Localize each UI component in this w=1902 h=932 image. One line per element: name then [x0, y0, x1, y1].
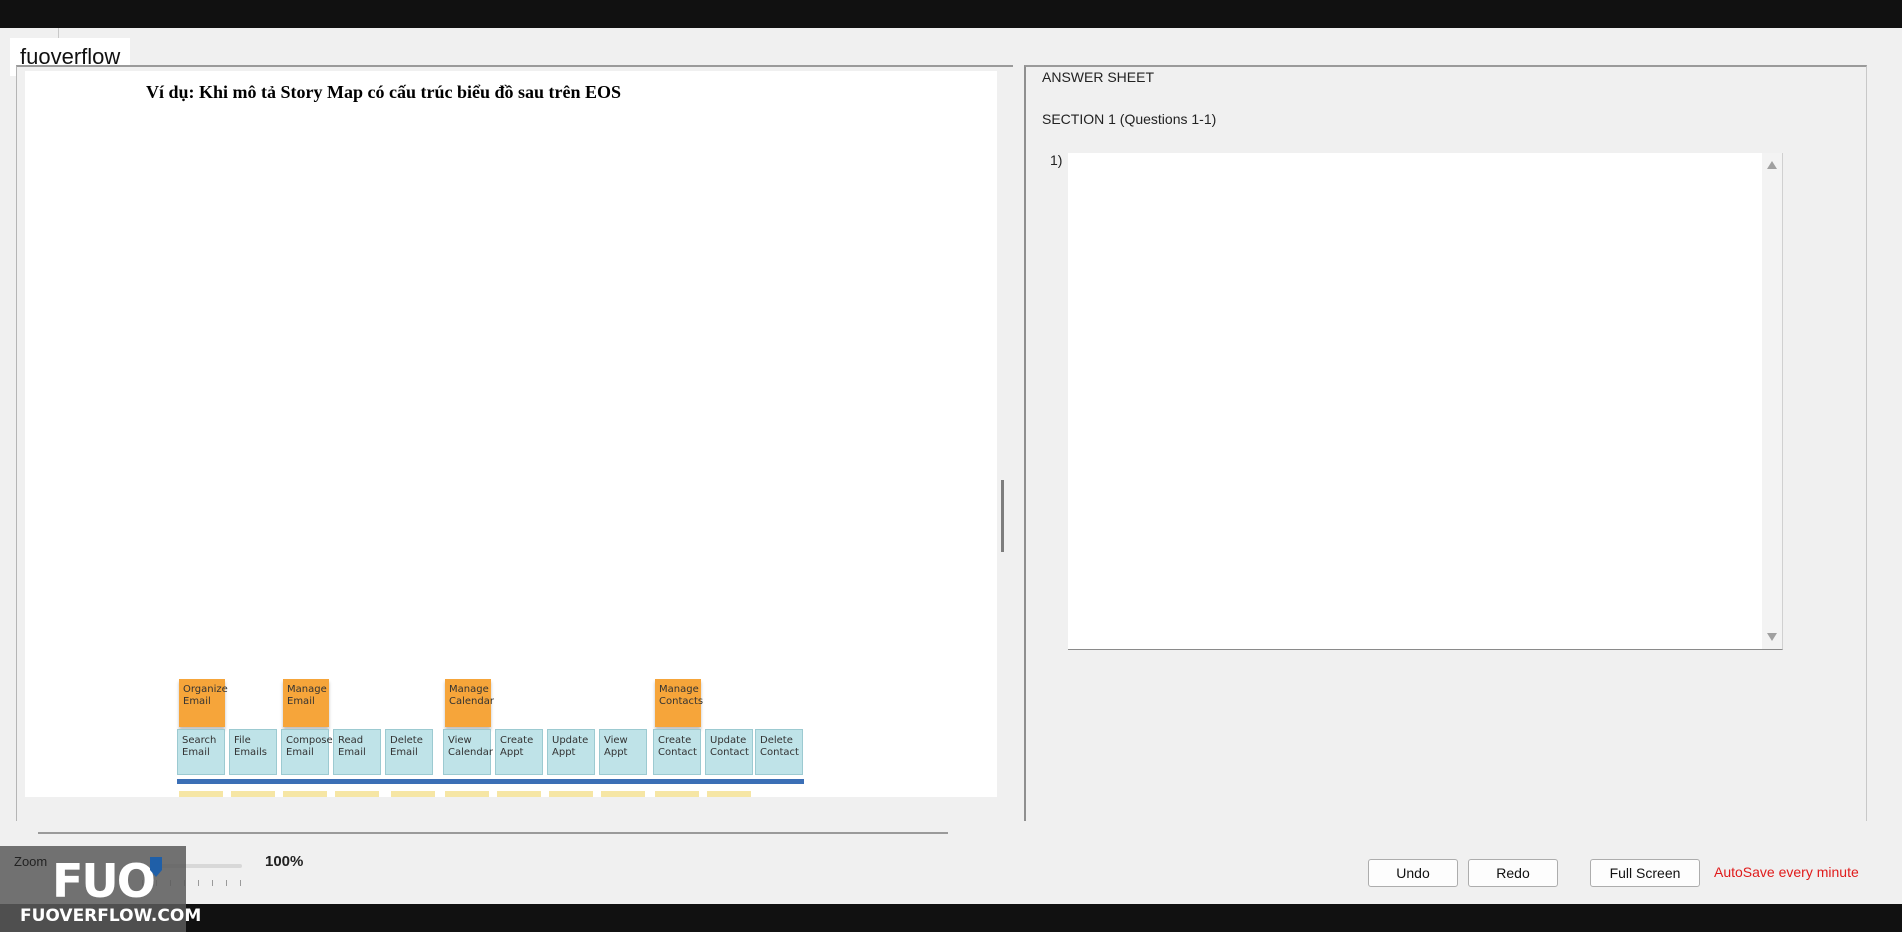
question-vertical-scrollbar[interactable]: [1001, 480, 1004, 552]
task-note: Compose Email: [281, 729, 333, 775]
task-note: Update Contact: [705, 729, 753, 775]
task-note: File Emails: [229, 729, 277, 775]
story-note-partial: [497, 791, 541, 797]
task-note: View Appt: [599, 729, 647, 775]
story-note-partial: [549, 791, 593, 797]
answer-textarea[interactable]: [1068, 153, 1783, 650]
story-note-partial: [179, 791, 223, 797]
activity-note: Manage Calendar: [445, 679, 494, 727]
section-label: SECTION 1 (Questions 1-1): [1042, 111, 1217, 127]
scroll-up-arrow-icon[interactable]: [1767, 161, 1777, 169]
answer-sheet-panel: ANSWER SHEET SECTION 1 (Questions 1-1) 1…: [1024, 65, 1867, 821]
task-note: Create Contact: [653, 729, 701, 775]
question-horizontal-scrollbar[interactable]: [38, 832, 948, 834]
answer-sheet-title: ANSWER SHEET: [1042, 69, 1155, 85]
story-note-partial: [283, 791, 327, 797]
zoom-label: Zoom: [14, 854, 48, 869]
task-note: Read Email: [333, 729, 381, 775]
task-note: Update Appt: [547, 729, 595, 775]
task-note: Search Email: [177, 729, 225, 775]
activity-note: Manage Email: [283, 679, 329, 727]
story-note-partial: [655, 791, 699, 797]
task-note: Delete Email: [385, 729, 433, 775]
story-note-partial: [231, 791, 275, 797]
story-note-partial: [445, 791, 489, 797]
autosave-notice: AutoSave every minute: [1714, 864, 1859, 880]
activity-note: Organize Email: [179, 679, 228, 727]
question-document: Ví dụ: Khi mô tả Story Map có cấu trúc b…: [25, 71, 997, 797]
story-note-partial: [707, 791, 751, 797]
watermark-text: FUOVERFLOW.COM: [20, 906, 202, 926]
story-map-figure: Organize Email Manage Email Manage Calen…: [25, 71, 997, 797]
story-note-partial: [335, 791, 379, 797]
task-note: Delete Contact: [755, 729, 803, 775]
task-note: View Calendar: [443, 729, 493, 775]
full-screen-button[interactable]: Full Screen: [1590, 859, 1700, 887]
exam-window: fuoverflow Ví dụ: Khi mô tả Story Map có…: [0, 28, 1902, 932]
answer-scrollbar[interactable]: [1762, 153, 1782, 649]
undo-button[interactable]: Undo: [1368, 859, 1458, 887]
scroll-down-arrow-icon[interactable]: [1767, 633, 1777, 641]
task-note: Create Appt: [495, 729, 543, 775]
activity-note: Manage Contacts: [655, 679, 703, 727]
story-note-partial: [601, 791, 645, 797]
redo-button[interactable]: Redo: [1468, 859, 1558, 887]
question-number: 1): [1050, 152, 1063, 168]
watermark-logo: FUO: [52, 854, 156, 908]
question-viewer: Ví dụ: Khi mô tả Story Map có cấu trúc b…: [16, 65, 1013, 821]
zoom-value: 100%: [265, 853, 304, 870]
story-note-partial: [391, 791, 435, 797]
story-map-timeline: [177, 779, 804, 784]
